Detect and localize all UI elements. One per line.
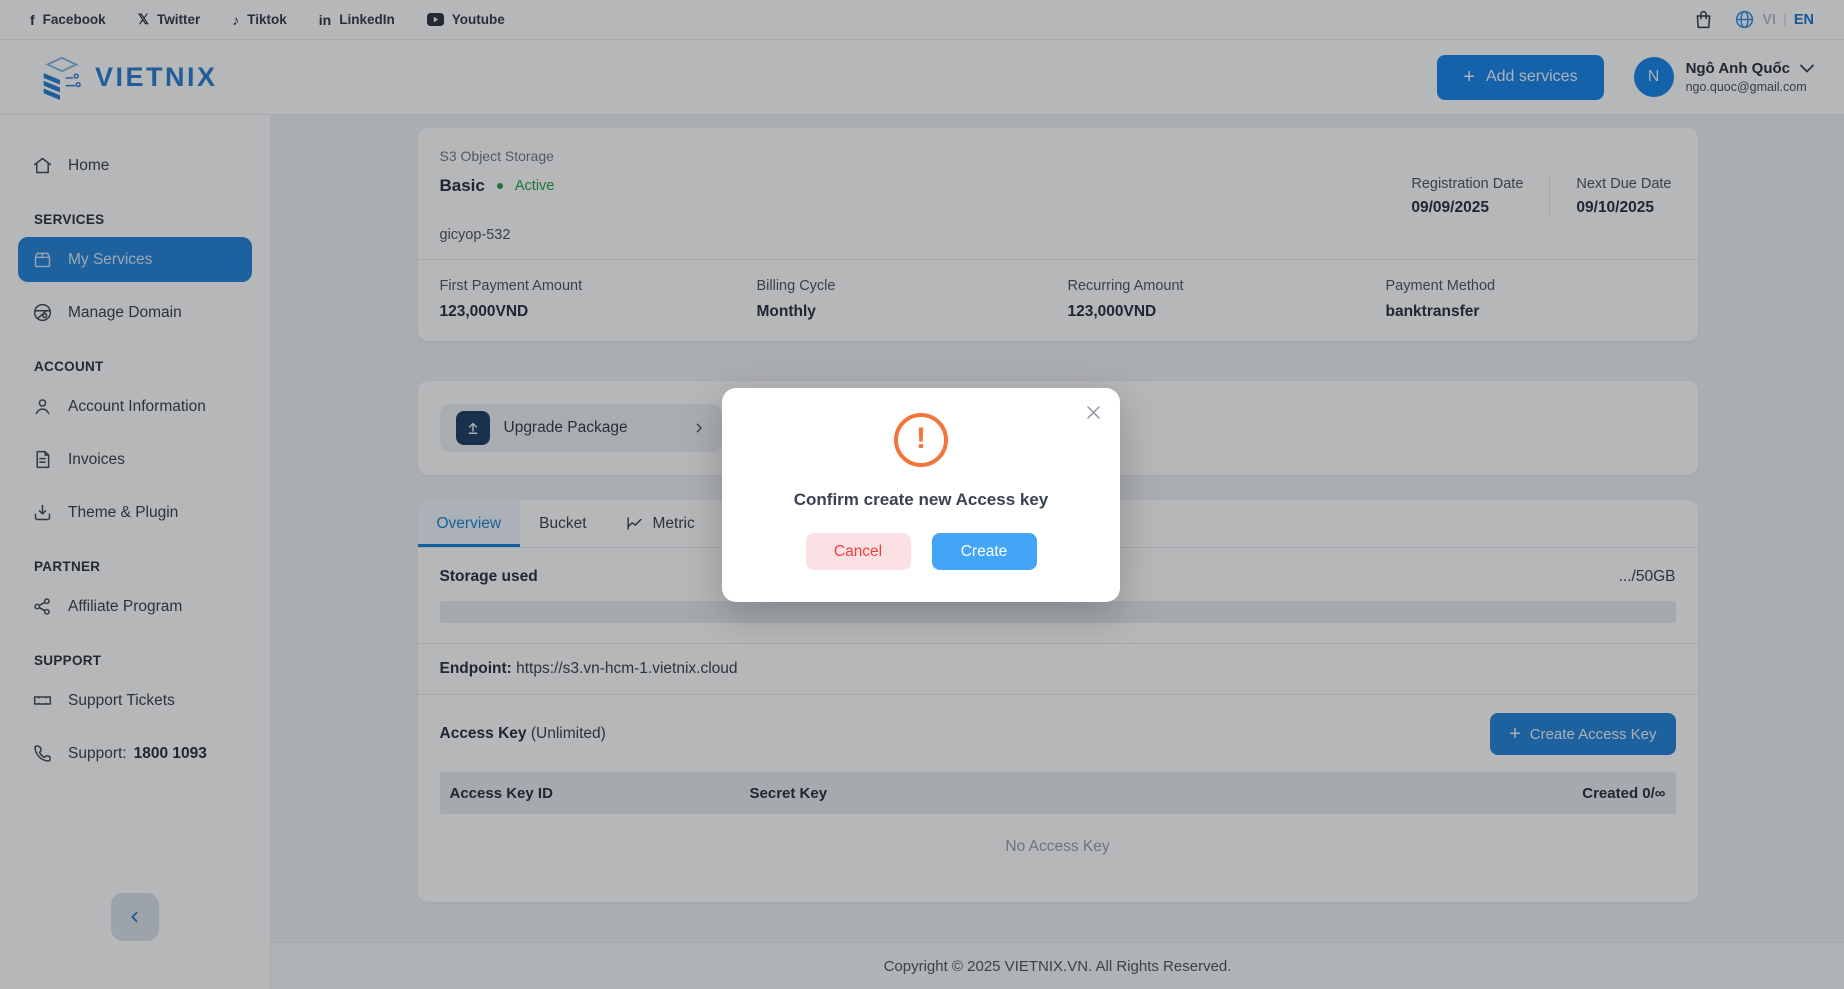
cancel-button[interactable]: Cancel: [805, 533, 911, 570]
dialog-title: Confirm create new Access key: [793, 490, 1049, 509]
create-button[interactable]: Create: [931, 533, 1037, 570]
close-icon[interactable]: [1084, 403, 1103, 422]
warning-icon: !: [894, 413, 948, 467]
confirm-dialog: ! Confirm create new Access key Cancel C…: [722, 388, 1120, 602]
